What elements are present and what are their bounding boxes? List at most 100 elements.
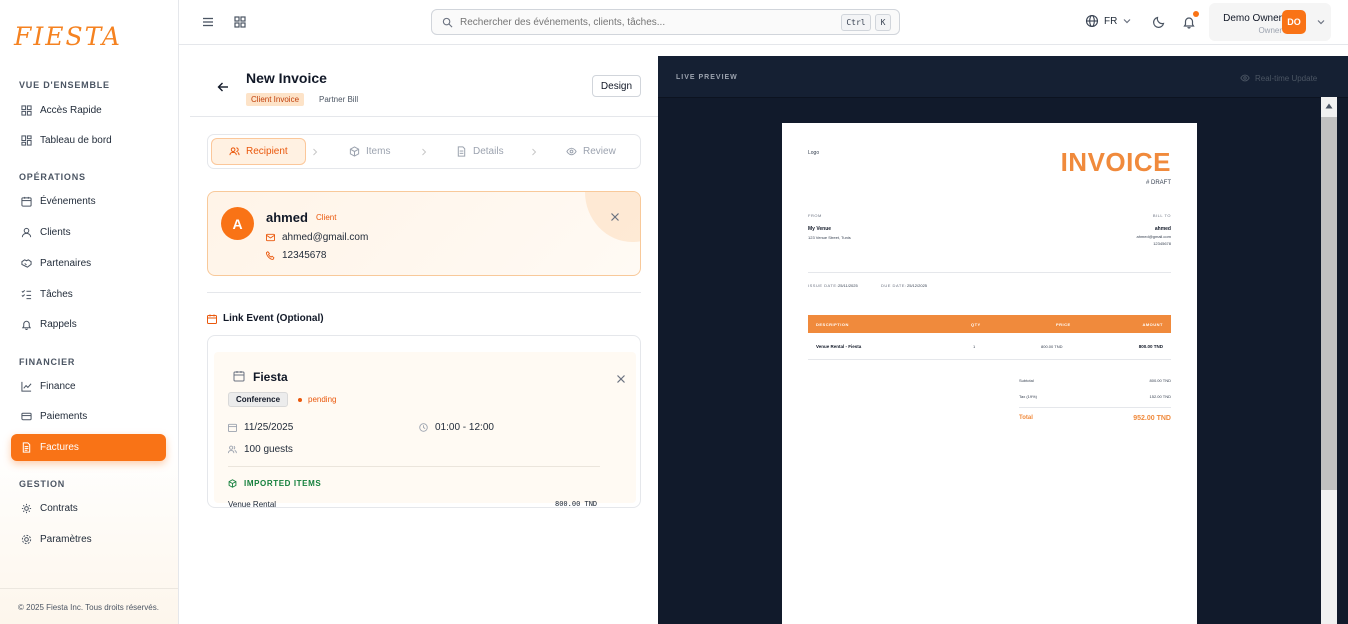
- settings-icon: [21, 534, 32, 545]
- chevron-right-icon: [532, 148, 537, 156]
- sidebar-item-tableau-de-bord[interactable]: Tableau de bord: [11, 127, 166, 154]
- recipient-email: ahmed@gmail.com: [282, 232, 369, 243]
- sidebar-item-label: Paramètres: [40, 534, 92, 545]
- close-icon[interactable]: [616, 374, 626, 384]
- sidebar-item-label: Événements: [40, 196, 96, 207]
- language-label: FR: [1104, 15, 1118, 27]
- event-divider: [228, 466, 600, 467]
- phone-icon: [266, 251, 275, 260]
- tax-value: 152.00 TND: [1149, 394, 1172, 399]
- eye-icon: [1240, 74, 1250, 82]
- chart-line-icon: [21, 381, 32, 392]
- step-items[interactable]: Items: [349, 138, 390, 165]
- section-gestion: GESTION: [19, 479, 66, 489]
- invoice-divider: [808, 272, 1171, 273]
- bill-to-phone: 12345678: [1153, 241, 1171, 246]
- from-label: FROM: [808, 213, 822, 218]
- brand-logo[interactable]: FIESTA: [10, 16, 120, 56]
- sidebar-item-paiements[interactable]: Paiements: [11, 403, 166, 430]
- sidebar-item-label: Contrats: [40, 503, 78, 514]
- invoice-logo-placeholder: Logo: [808, 150, 820, 156]
- line-item-amount: 800.00 TND: [1138, 344, 1163, 349]
- event-status: pending: [298, 395, 336, 404]
- sidebar-item-rappels[interactable]: Rappels: [11, 311, 166, 338]
- chevron-down-icon: [1317, 20, 1325, 25]
- clock-icon: [419, 423, 428, 432]
- sidebar-item-contrats[interactable]: Contrats: [11, 495, 166, 522]
- invoice-heading: INVOICE: [1060, 147, 1171, 177]
- design-button[interactable]: Design: [592, 75, 641, 97]
- calendar-icon: [228, 423, 237, 432]
- sidebar-item-taches[interactable]: Tâches: [11, 281, 166, 308]
- subtotal-label: Subtotal: [1019, 378, 1034, 383]
- search-icon: [442, 17, 453, 27]
- search-input[interactable]: [460, 16, 830, 28]
- scroll-up-arrow-icon[interactable]: [1325, 103, 1333, 109]
- scrollbar-thumb[interactable]: [1321, 117, 1337, 490]
- table-divider: [808, 359, 1171, 360]
- from-name: My Venue: [808, 226, 832, 232]
- event-details: Fiesta Conference pending 11/25/2025 01:…: [214, 352, 636, 509]
- preview-scrollbar[interactable]: [1321, 97, 1337, 624]
- sidebar-item-clients[interactable]: Clients: [11, 219, 166, 246]
- realtime-label: Real-time Update: [1255, 73, 1318, 83]
- invoice-icon: [22, 442, 31, 453]
- chevron-down-icon: [1123, 19, 1131, 24]
- invoice-paper: Logo INVOICE # DRAFT FROM BILL TO My Ven…: [782, 123, 1197, 624]
- sidebar-item-finance[interactable]: Finance: [11, 373, 166, 400]
- back-arrow-icon[interactable]: [216, 80, 230, 94]
- step-details[interactable]: Details: [456, 138, 504, 165]
- issue-date: 25/11/2025: [838, 283, 858, 288]
- tab-client-invoice[interactable]: Client Invoice: [246, 93, 305, 106]
- mail-icon: [266, 233, 275, 242]
- column-description: DESCRIPTION: [816, 322, 849, 327]
- imported-items-label: IMPORTED ITEMS: [244, 479, 322, 488]
- event-date: 11/25/2025: [244, 422, 294, 433]
- apps-grid-icon[interactable]: [233, 15, 247, 29]
- event-time-row: 01:00 - 12:00: [419, 422, 494, 433]
- language-selector[interactable]: FR: [1085, 14, 1131, 28]
- preview-title: LIVE PREVIEW: [676, 74, 738, 81]
- bill-to-name: ahmed: [1154, 226, 1171, 232]
- document-icon: [457, 146, 466, 157]
- chevron-right-icon: [422, 148, 427, 156]
- due-date-label: DUE DATE:: [881, 283, 907, 288]
- sidebar-item-partenaires[interactable]: Partenaires: [11, 250, 166, 277]
- sidebar-item-acces-rapide[interactable]: Accès Rapide: [11, 97, 166, 124]
- bill-to-label: BILL TO: [1152, 213, 1171, 218]
- notification-bell-icon[interactable]: [1182, 15, 1196, 29]
- search-bar[interactable]: Ctrl K: [431, 9, 900, 35]
- event-time: 01:00 - 12:00: [435, 422, 494, 433]
- bell-icon: [21, 320, 32, 330]
- event-type-badge: Conference: [228, 392, 289, 407]
- from-address: 123 Venue Street, Tunis: [808, 235, 851, 240]
- sidebar-item-factures[interactable]: Factures: [11, 434, 166, 461]
- subtotal-value: 800.00 TND: [1149, 378, 1172, 383]
- sidebar-item-parametres[interactable]: Paramètres: [11, 526, 166, 553]
- tab-partner-bill[interactable]: Partner Bill: [314, 93, 363, 106]
- recipient-phone-row: 12345678: [266, 250, 327, 261]
- sidebar-item-label: Partenaires: [40, 258, 92, 269]
- menu-icon[interactable]: [201, 15, 215, 29]
- sidebar-item-evenements[interactable]: Événements: [11, 188, 166, 215]
- recipient-type-badge: Client: [316, 213, 337, 222]
- close-icon[interactable]: [610, 212, 620, 222]
- handshake-icon: [21, 259, 32, 268]
- step-review[interactable]: Review: [566, 138, 616, 165]
- link-event-heading: Link Event (Optional): [207, 313, 324, 324]
- step-label: Review: [583, 146, 616, 157]
- recipient-avatar: A: [221, 207, 254, 240]
- box-icon: [349, 146, 360, 157]
- event-name: Fiesta: [253, 370, 288, 384]
- box-icon: [228, 479, 237, 488]
- section-financier: FINANCIER: [19, 357, 76, 367]
- header-divider: [190, 116, 658, 117]
- gear-icon: [21, 503, 32, 514]
- line-item-qty: 1: [973, 344, 976, 349]
- bill-to-email: ahmed@gmail.com: [1136, 234, 1171, 239]
- card-icon: [21, 412, 32, 421]
- logo-text: FIESTA: [14, 22, 122, 51]
- step-recipient[interactable]: Recipient: [211, 138, 306, 165]
- moon-icon[interactable]: [1152, 15, 1166, 29]
- user-menu[interactable]: Demo Owner Owner DO: [1209, 3, 1331, 41]
